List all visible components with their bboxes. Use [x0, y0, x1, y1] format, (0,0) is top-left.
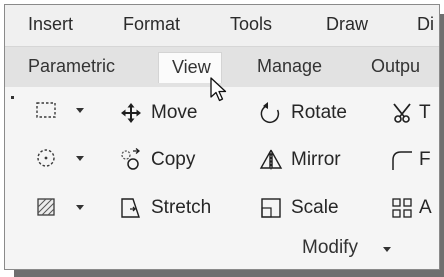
mouse-pointer-icon — [210, 77, 227, 102]
stretch-button[interactable]: Stretch — [119, 193, 211, 223]
scale-label: Scale — [291, 197, 339, 218]
move-button[interactable]: Move — [119, 98, 197, 128]
array-icon — [390, 196, 414, 220]
array-label: A — [419, 197, 432, 218]
move-label: Move — [151, 102, 198, 123]
tab-manage[interactable]: Manage — [257, 56, 322, 77]
lasso-select-icon — [34, 146, 58, 170]
rotate-button[interactable]: Rotate — [259, 98, 347, 128]
hatch-select-icon — [34, 195, 58, 219]
mirror-label: Mirror — [291, 149, 341, 170]
modify-panel: Move Copy Stretch Rotate Mirror Scale T … — [5, 87, 439, 269]
menu-dimension[interactable]: Di — [417, 14, 434, 35]
copy-label: Copy — [151, 149, 196, 170]
trim-icon — [390, 101, 414, 125]
copy-button[interactable]: Copy — [119, 145, 195, 175]
window-shadow-bottom — [14, 270, 444, 277]
scale-button[interactable]: Scale — [259, 193, 339, 223]
trim-label: T — [419, 102, 431, 123]
stretch-label: Stretch — [151, 197, 212, 218]
menu-bar: Insert Format Tools Draw Di — [5, 5, 439, 47]
panel-grip — [11, 96, 14, 99]
chevron-down-icon[interactable] — [383, 247, 391, 252]
menu-tools[interactable]: Tools — [230, 14, 272, 35]
tab-parametric[interactable]: Parametric — [28, 56, 115, 77]
lasso-select-tool[interactable] — [34, 144, 84, 172]
rotate-label: Rotate — [291, 102, 347, 123]
menu-insert[interactable]: Insert — [28, 14, 73, 35]
mirror-icon — [259, 148, 283, 172]
chevron-down-icon[interactable] — [76, 107, 84, 113]
panel-title: Modify — [302, 237, 358, 258]
menu-format[interactable]: Format — [123, 14, 180, 35]
fillet-button[interactable]: F — [390, 145, 431, 175]
application-window: Insert Format Tools Draw Di Parametric V… — [4, 4, 440, 270]
scale-icon — [259, 196, 283, 220]
chevron-down-icon[interactable] — [76, 204, 84, 210]
window-shadow-right — [440, 14, 444, 277]
trim-button[interactable]: T — [390, 98, 431, 128]
hatch-select-tool[interactable] — [34, 193, 84, 221]
chevron-down-icon[interactable] — [76, 155, 84, 161]
fillet-icon — [390, 148, 414, 172]
rotate-icon — [259, 101, 283, 125]
mirror-button[interactable]: Mirror — [259, 145, 341, 175]
rectangle-select-tool[interactable] — [34, 96, 84, 124]
menu-draw[interactable]: Draw — [326, 14, 368, 35]
move-icon — [119, 101, 143, 125]
stretch-icon — [119, 196, 143, 220]
fillet-label: F — [419, 149, 431, 170]
copy-icon — [119, 148, 143, 172]
rectangle-select-icon — [34, 98, 58, 122]
array-button[interactable]: A — [390, 193, 432, 223]
tab-output[interactable]: Outpu — [371, 56, 420, 77]
modify-panel-footer[interactable]: Modify — [5, 230, 439, 268]
